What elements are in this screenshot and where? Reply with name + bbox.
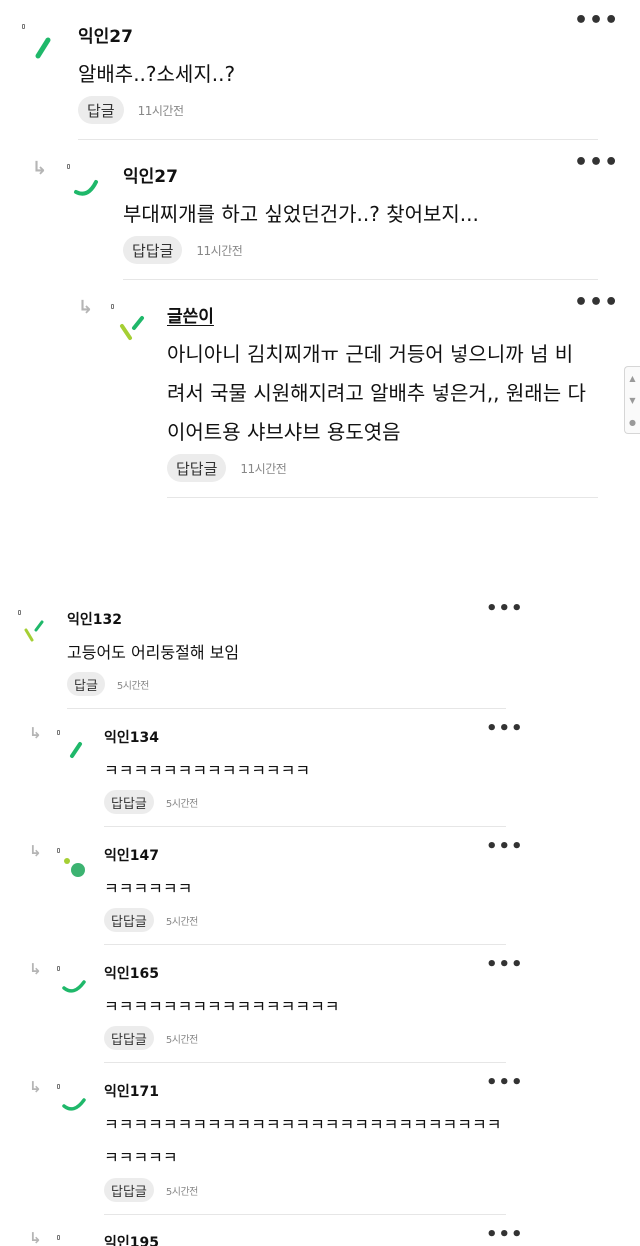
divider xyxy=(104,944,506,945)
avatar-shape-icon xyxy=(70,742,82,758)
comment-text: 알배추..?소세지..? xyxy=(78,62,236,86)
reply-text-line-2: ㅋㅋㅋㅋㅋ xyxy=(104,1148,178,1167)
avatar-shape-icon xyxy=(62,1098,86,1111)
reply-text-line-2: 려서 국물 시원해지려고 알배추 넣은거,, 원래는 다 xyxy=(167,381,586,405)
more-options-icon[interactable]: ••• xyxy=(486,956,524,974)
divider xyxy=(167,497,598,498)
side-toolbar: ▲ ▼ ● xyxy=(624,366,640,434)
scroll-up-icon[interactable]: ▲ xyxy=(629,374,635,383)
reply-arrow-icon: ↳ xyxy=(29,1078,42,1096)
more-options-icon[interactable]: ••• xyxy=(574,292,619,314)
reply-text: ㅋㅋㅋㅋㅋㅋㅋㅋㅋㅋㅋㅋㅋㅋㅋㅋ xyxy=(104,997,340,1016)
avatar xyxy=(56,728,92,764)
avatar-shape-icon xyxy=(120,316,144,340)
reply-button[interactable]: 답답글 xyxy=(104,790,154,814)
reply-text: ㅋㅋㅋㅋㅋㅋ xyxy=(104,879,193,898)
avatar xyxy=(110,302,150,342)
reply-text-line-1: 아니아니 김치찌개ㅠ 근데 거등어 넣으니까 넘 비 xyxy=(167,342,574,366)
comment-meta: 답글 5시간전 xyxy=(67,672,149,696)
reply-time: 5시간전 xyxy=(165,1034,198,1046)
reply-time: 5시간전 xyxy=(165,798,198,810)
divider xyxy=(104,1062,506,1063)
more-options-icon[interactable]: ••• xyxy=(486,1226,524,1244)
divider xyxy=(67,708,506,709)
avatar xyxy=(56,964,92,1000)
reply-arrow-icon: ↳ xyxy=(29,1229,42,1246)
avatar-shape-icon xyxy=(35,37,51,59)
avatar-shape-icon xyxy=(62,980,86,993)
avatar xyxy=(20,22,60,62)
reply-button[interactable]: 답답글 xyxy=(104,1178,154,1202)
reply-meta: 답답글 5시간전 xyxy=(104,1178,198,1202)
reply-nickname[interactable]: 익인165 xyxy=(104,963,159,983)
reply-meta: 답답글 11시간전 xyxy=(167,454,287,482)
comment-icon[interactable]: ● xyxy=(629,418,636,427)
avatar xyxy=(56,1233,92,1246)
reply-button[interactable]: 답답글 xyxy=(123,236,183,264)
divider xyxy=(104,826,506,827)
writer-nickname[interactable]: 글쓴이 xyxy=(167,302,214,327)
reply-button[interactable]: 답답글 xyxy=(167,454,227,482)
avatar xyxy=(16,608,52,644)
reply-text-line-1: ㅋㅋㅋㅋㅋㅋㅋㅋㅋㅋㅋㅋㅋㅋㅋㅋㅋㅋㅋㅋㅋㅋㅋㅋㅋㅋㅋ xyxy=(104,1115,502,1134)
reply-text: 부대찌개를 하고 싶었던건가..? 찾어보지... xyxy=(123,202,479,226)
reply-arrow-icon: ↳ xyxy=(29,724,42,742)
reply-button[interactable]: 답답글 xyxy=(104,908,154,932)
reply-text-line-3: 이어트용 샤브샤브 용도엿음 xyxy=(167,420,401,444)
scroll-down-icon[interactable]: ▼ xyxy=(629,396,635,405)
reply-meta: 답답글 5시간전 xyxy=(104,908,198,932)
avatar-shape-icon xyxy=(74,180,98,196)
reply-nickname[interactable]: 익인171 xyxy=(104,1081,159,1101)
avatar xyxy=(56,1082,92,1118)
comment-meta: 답글 11시간전 xyxy=(78,96,184,124)
reply-meta: 답답글 5시간전 xyxy=(104,790,198,814)
comment-nickname[interactable]: 익인27 xyxy=(78,22,133,47)
more-options-icon[interactable]: ••• xyxy=(486,720,524,738)
reply-nickname[interactable]: 익인27 xyxy=(123,162,178,187)
more-options-icon[interactable]: ••• xyxy=(486,838,524,856)
comment-text: 고등어도 어리둥절해 보임 xyxy=(67,643,240,662)
comment-time: 11시간전 xyxy=(137,103,184,118)
reply-button[interactable]: 답글 xyxy=(78,96,124,124)
reply-text: ㅋㅋㅋㅋㅋㅋㅋㅋㅋㅋㅋㅋㅋㅋ xyxy=(104,761,311,780)
reply-time: 11시간전 xyxy=(240,461,287,476)
reply-arrow-icon: ↳ xyxy=(29,842,42,860)
avatar xyxy=(66,162,106,202)
reply-nickname[interactable]: 익인147 xyxy=(104,845,159,865)
reply-time: 5시간전 xyxy=(165,1186,198,1198)
reply-time: 5시간전 xyxy=(165,916,198,928)
reply-arrow-icon: ↳ xyxy=(29,960,42,978)
reply-nickname[interactable]: 익인195 xyxy=(104,1232,159,1246)
more-options-icon[interactable]: ••• xyxy=(574,10,619,32)
reply-meta: 답답글 5시간전 xyxy=(104,1026,198,1050)
divider xyxy=(78,139,598,140)
reply-nickname[interactable]: 익인134 xyxy=(104,727,159,747)
reply-meta: 답답글 11시간전 xyxy=(123,236,243,264)
reply-button[interactable]: 답답글 xyxy=(104,1026,154,1050)
reply-time: 11시간전 xyxy=(196,243,243,258)
avatar-shape-icon xyxy=(24,620,44,642)
reply-arrow-icon: ↳ xyxy=(32,158,48,179)
reply-button[interactable]: 답글 xyxy=(67,672,105,696)
comment-nickname[interactable]: 익인132 xyxy=(67,609,122,629)
comment-page: 익인27 알배추..?소세지..? 답글 11시간전 ••• ↳ 익인27 부대… xyxy=(0,0,640,1246)
divider xyxy=(123,279,598,280)
more-options-icon[interactable]: ••• xyxy=(486,600,524,618)
avatar-shape-icon xyxy=(64,858,85,877)
more-options-icon[interactable]: ••• xyxy=(574,152,619,174)
reply-arrow-icon: ↳ xyxy=(78,297,94,318)
divider xyxy=(104,1214,506,1215)
more-options-icon[interactable]: ••• xyxy=(486,1074,524,1092)
avatar xyxy=(56,846,92,882)
comment-time: 5시간전 xyxy=(116,680,149,692)
